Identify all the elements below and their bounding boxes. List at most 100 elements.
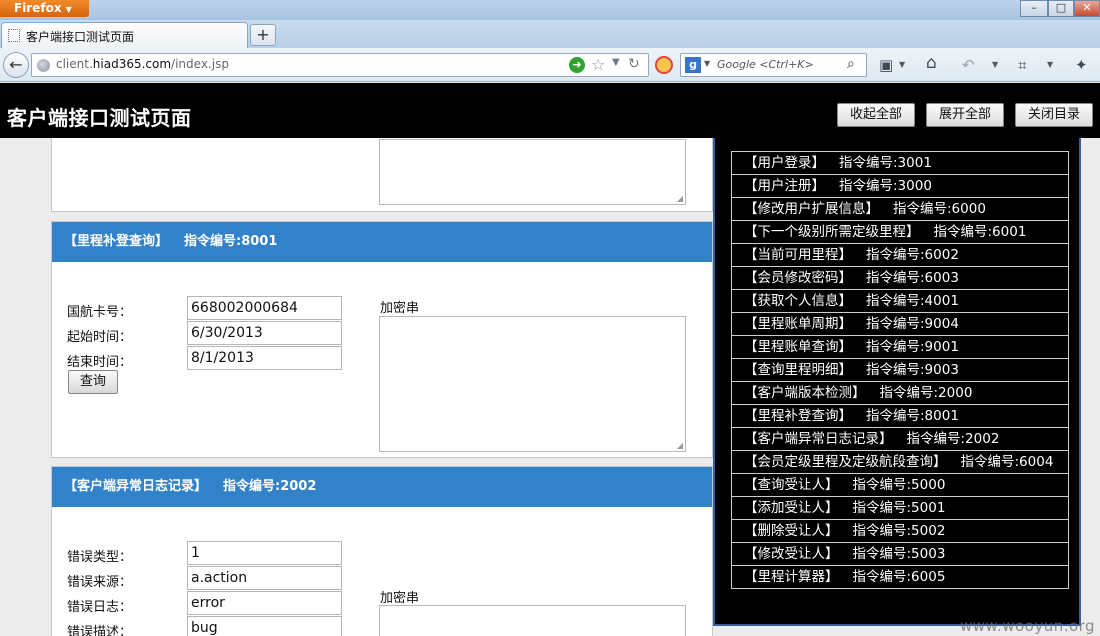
directory-item-name: 【修改用户扩展信息】 xyxy=(744,201,879,217)
directory-item[interactable]: 【会员定级里程及定级航段查询】 指令编号:6004 xyxy=(731,450,1069,474)
directory-item[interactable]: 【里程账单查询】 指令编号:9001 xyxy=(731,335,1069,359)
directory-item-command: 指令编号:2002 xyxy=(906,431,1000,447)
search-engine-dropdown-icon[interactable]: ▼ xyxy=(704,59,710,68)
encrypted-string-label: 加密串 xyxy=(380,591,420,606)
resize-grip-icon[interactable]: ◢ xyxy=(677,194,683,203)
resize-grip-icon[interactable]: ◢ xyxy=(677,441,683,450)
bookmarks-icon[interactable]: ▣ xyxy=(879,57,893,73)
error-source-input[interactable]: a.action xyxy=(187,566,342,590)
field-label: 错误日志： xyxy=(67,600,133,615)
maximize-button[interactable]: □ xyxy=(1048,0,1074,17)
start-date-input[interactable]: 6/30/2013 xyxy=(187,321,342,345)
field-label: 错误类型： xyxy=(67,550,133,565)
field-label: 国航卡号： xyxy=(67,305,133,320)
directory-item-name: 【用户注册】 xyxy=(744,178,825,194)
directory-item-command: 指令编号:9003 xyxy=(866,362,959,378)
new-tab-button[interactable]: + xyxy=(250,24,276,46)
directory-item[interactable]: 【查询受让人】 指令编号:5000 xyxy=(731,473,1069,497)
search-icon[interactable]: ⌕ xyxy=(847,56,855,72)
directory-item-name: 【会员修改密码】 xyxy=(744,270,852,286)
error-description-input[interactable]: bug xyxy=(187,616,342,636)
tab-current[interactable]: 客户端接口测试页面 xyxy=(1,22,248,48)
chevron-down-icon: ▼ xyxy=(65,5,72,14)
directory-item-name: 【里程账单查询】 xyxy=(744,339,852,355)
crop-dropdown-icon[interactable]: ▼ xyxy=(1047,60,1053,69)
directory-item-command: 指令编号:5001 xyxy=(852,500,946,516)
url-domain: hiad365.com xyxy=(92,57,172,71)
directory-item-command: 指令编号:3001 xyxy=(839,155,932,171)
directory-item[interactable]: 【获取个人信息】 指令编号:4001 xyxy=(731,289,1069,313)
firefox-menu-button[interactable]: Firefox ▼ xyxy=(0,0,89,17)
section-previous: ◢ xyxy=(51,138,713,212)
directory-item-command: 指令编号:6004 xyxy=(960,454,1054,470)
google-icon[interactable]: g xyxy=(685,57,701,73)
encrypted-string-label: 加密串 xyxy=(380,301,420,316)
directory-item-name: 【里程账单周期】 xyxy=(744,316,852,332)
directory-item[interactable]: 【客户端异常日志记录】 指令编号:2002 xyxy=(731,427,1069,451)
url-prefix: client. xyxy=(56,57,93,71)
navigation-toolbar: ← client.hiad365.com/index.jsp ➜ ☆ ▼ ↻ g… xyxy=(0,48,1100,82)
directory-item[interactable]: 【删除受让人】 指令编号:5002 xyxy=(731,519,1069,543)
crop-icon[interactable]: ⌗ xyxy=(1018,57,1026,73)
directory-item[interactable]: 【用户注册】 指令编号:3000 xyxy=(731,174,1069,198)
search-bar[interactable]: g ▼ Google <Ctrl+K> ⌕ xyxy=(680,53,867,77)
directory-item-command: 指令编号:6003 xyxy=(866,270,959,286)
undo-dropdown-icon[interactable]: ▼ xyxy=(992,60,998,69)
addon-icon[interactable]: ✦ xyxy=(1075,57,1088,73)
directory-item[interactable]: 【修改受让人】 指令编号:5003 xyxy=(731,542,1069,566)
section-header[interactable]: 【里程补登查询】 指令编号:8001 xyxy=(52,222,712,262)
encrypted-string-textarea[interactable] xyxy=(379,605,686,636)
directory-item-name: 【下一个级别所需定级里程】 xyxy=(744,224,920,240)
card-number-input[interactable]: 668002000684 xyxy=(187,296,342,320)
directory-item[interactable]: 【用户登录】 指令编号:3001 xyxy=(731,151,1069,175)
collapse-all-button[interactable]: 收起全部 xyxy=(837,103,915,127)
directory-item-command: 指令编号:2000 xyxy=(879,385,973,401)
section-mileage-query: 【里程补登查询】 指令编号:8001 国航卡号： 668002000684 起始时… xyxy=(51,221,713,458)
url-text[interactable]: client.hiad365.com/index.jsp xyxy=(56,57,229,71)
directory-item[interactable]: 【会员修改密码】 指令编号:6003 xyxy=(731,266,1069,290)
directory-item[interactable]: 【修改用户扩展信息】 指令编号:6000 xyxy=(731,197,1069,221)
directory-item-command: 指令编号:6005 xyxy=(852,569,946,585)
bookmarks-dropdown-icon[interactable]: ▼ xyxy=(899,60,905,69)
directory-item[interactable]: 【客户端版本检测】 指令编号:2000 xyxy=(731,381,1069,405)
directory-item[interactable]: 【里程计算器】 指令编号:6005 xyxy=(731,565,1069,589)
directory-item[interactable]: 【下一个级别所需定级里程】 指令编号:6001 xyxy=(731,220,1069,244)
close-window-button[interactable]: ✕ xyxy=(1074,0,1100,17)
query-button[interactable]: 查询 xyxy=(68,370,118,394)
noscript-icon[interactable] xyxy=(655,56,673,74)
bookmark-star-icon[interactable]: ☆ xyxy=(591,55,605,74)
reload-icon[interactable]: ↻ xyxy=(628,56,640,72)
encrypted-string-textarea[interactable]: ◢ xyxy=(379,316,686,452)
directory-item-name: 【当前可用里程】 xyxy=(744,247,852,263)
directory-item-name: 【里程计算器】 xyxy=(744,569,839,585)
directory-item[interactable]: 【里程补登查询】 指令编号:8001 xyxy=(731,404,1069,428)
directory-item-command: 指令编号:4001 xyxy=(866,293,959,309)
directory-item-command: 指令编号:3000 xyxy=(839,178,932,194)
directory-list: 【用户登录】 指令编号:3001 【用户注册】 指令编号:3000 【修改用户扩展信息】… xyxy=(731,151,1069,589)
minimize-button[interactable]: – xyxy=(1020,0,1048,17)
go-arrow-icon[interactable]: ➜ xyxy=(569,57,585,73)
directory-item[interactable]: 【添加受让人】 指令编号:5001 xyxy=(731,496,1069,520)
directory-item-command: 指令编号:5002 xyxy=(852,523,946,539)
search-placeholder[interactable]: Google <Ctrl+K> xyxy=(717,58,814,71)
watermark: www.wooyun.org xyxy=(960,617,1096,635)
page-header: 客户端接口测试页面 收起全部 展开全部 关闭目录 xyxy=(0,83,1100,138)
end-date-input[interactable]: 8/1/2013 xyxy=(187,346,342,370)
section-header[interactable]: 【客户端异常日志记录】 指令编号:2002 xyxy=(52,467,712,507)
undo-icon[interactable]: ↶ xyxy=(962,57,975,73)
directory-item[interactable]: 【查询里程明细】 指令编号:9003 xyxy=(731,358,1069,382)
directory-item[interactable]: 【里程账单周期】 指令编号:9004 xyxy=(731,312,1069,336)
error-type-input[interactable]: 1 xyxy=(187,541,342,565)
field-label: 结束时间： xyxy=(67,355,133,370)
directory-item-name: 【里程补登查询】 xyxy=(744,408,852,424)
back-button[interactable]: ← xyxy=(3,52,29,78)
error-log-input[interactable]: error xyxy=(187,591,342,615)
close-directory-button[interactable]: 关闭目录 xyxy=(1015,103,1093,127)
home-icon[interactable]: ⌂ xyxy=(926,55,937,72)
address-bar[interactable]: client.hiad365.com/index.jsp ➜ ☆ ▼ ↻ xyxy=(31,53,649,77)
url-dropdown-icon[interactable]: ▼ xyxy=(612,57,620,68)
directory-item[interactable]: 【当前可用里程】 指令编号:6002 xyxy=(731,243,1069,267)
expand-all-button[interactable]: 展开全部 xyxy=(926,103,1004,127)
encrypted-string-textarea[interactable]: ◢ xyxy=(379,139,686,205)
directory-item-command: 指令编号:6002 xyxy=(866,247,959,263)
